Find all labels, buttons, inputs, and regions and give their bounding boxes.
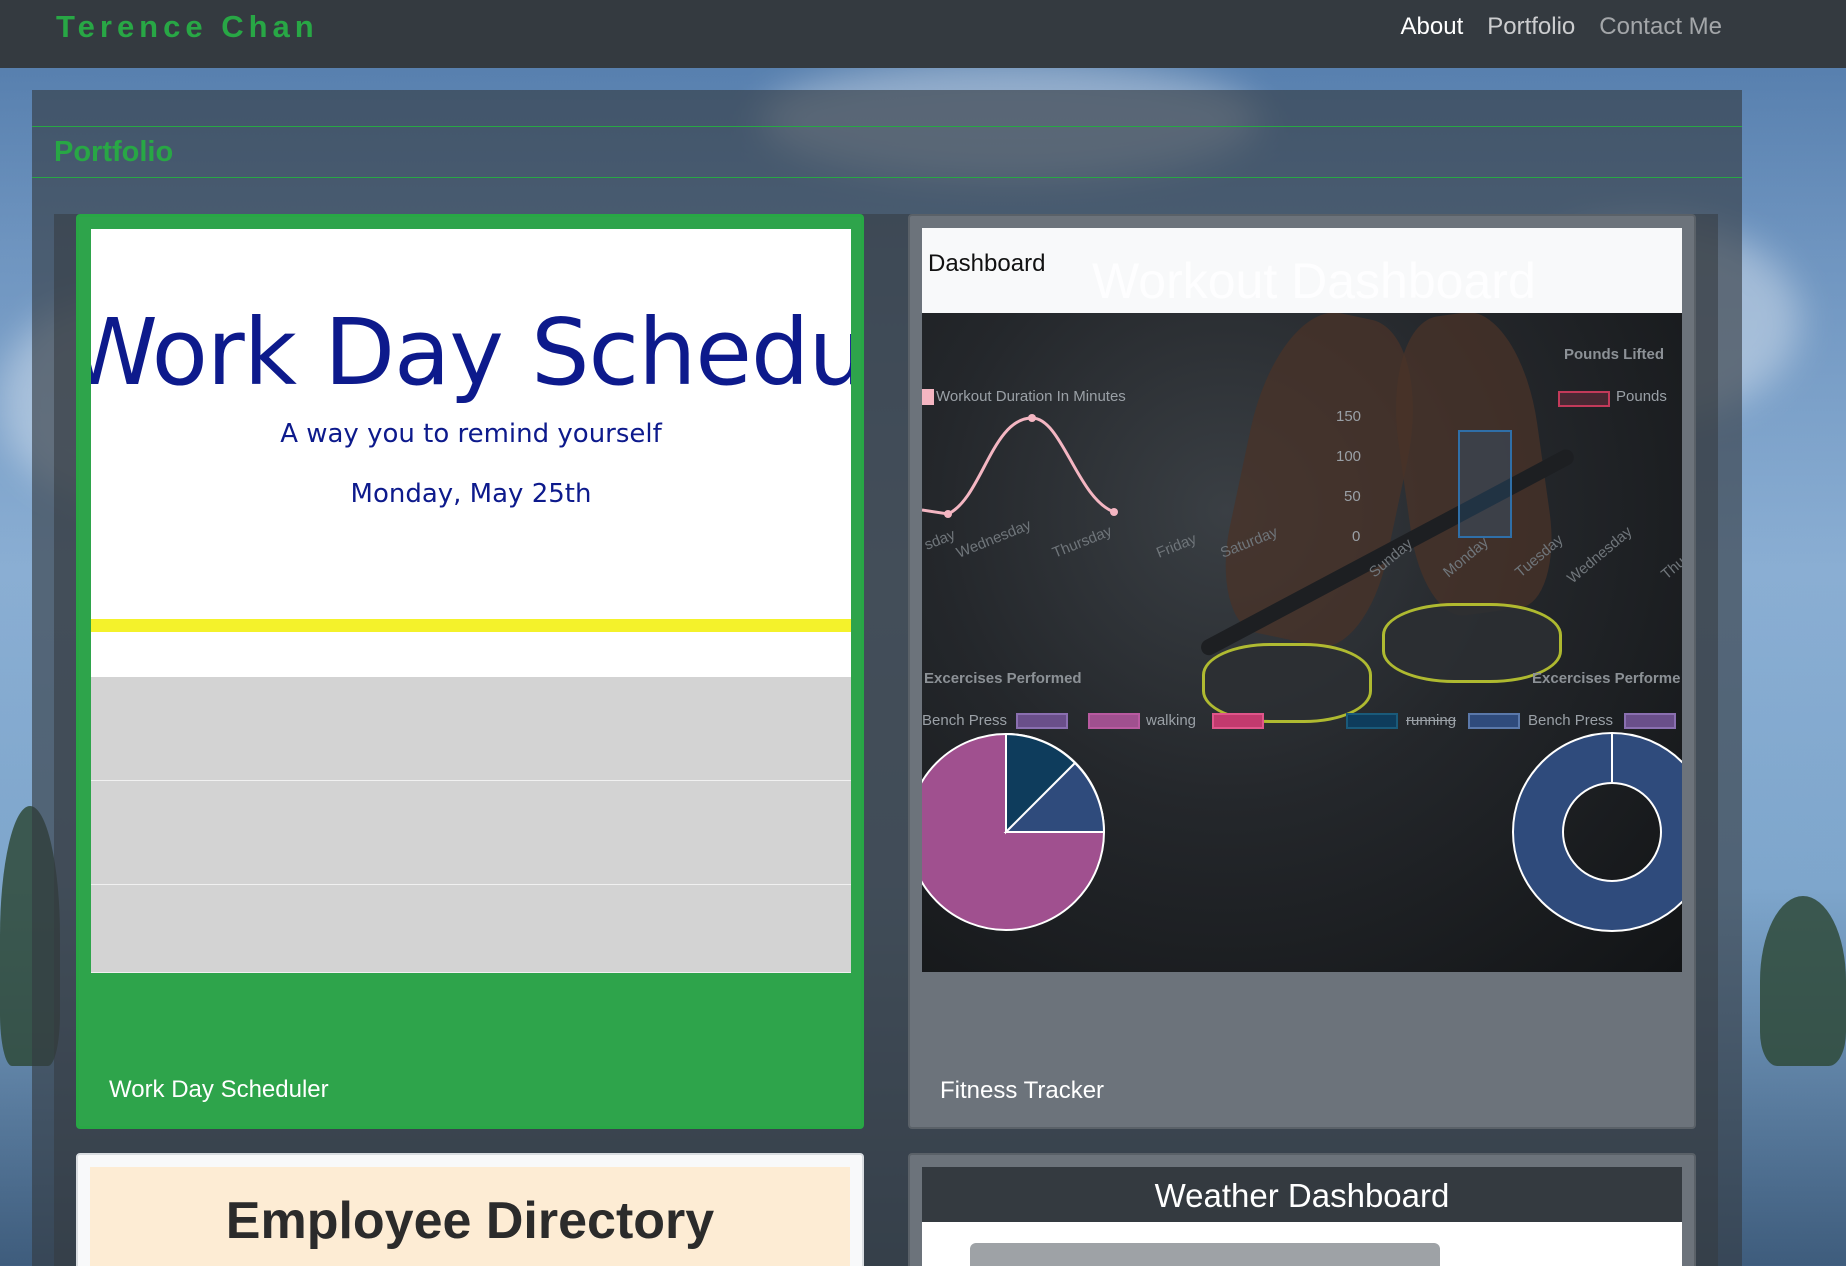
donut-chart bbox=[1512, 732, 1682, 932]
work-day-preview[interactable]: Work Day Schedule A way you to remind yo… bbox=[91, 229, 851, 973]
nav-link-about[interactable]: About bbox=[1401, 13, 1464, 41]
section-title: Portfolio bbox=[54, 135, 174, 168]
time-block bbox=[91, 885, 851, 973]
preview-header-title: Workout Dashboard bbox=[1092, 253, 1536, 309]
legend-swatch bbox=[1016, 713, 1068, 729]
project-title: Fitness Tracker bbox=[940, 1077, 1105, 1104]
nav-link-contact[interactable]: Contact Me bbox=[1599, 13, 1722, 41]
legend-swatch bbox=[1624, 713, 1676, 729]
line-chart bbox=[922, 414, 1118, 518]
preview-header-label: Dashboard bbox=[928, 250, 1046, 277]
nav-link-portfolio[interactable]: Portfolio bbox=[1487, 13, 1575, 41]
pie-legend-label: Bench Press bbox=[922, 712, 1008, 729]
project-card-weather-dashboard[interactable]: Weather Dashboard bbox=[908, 1153, 1696, 1266]
donut-legend-label: running bbox=[1406, 712, 1457, 729]
bar-y-tick: 0 bbox=[1352, 528, 1361, 545]
preview-title: Employee Directory bbox=[225, 1192, 715, 1250]
background-tree bbox=[1760, 896, 1846, 1066]
time-block bbox=[91, 677, 851, 781]
bar-y-tick: 100 bbox=[1336, 448, 1362, 465]
bar-y-tick: 50 bbox=[1344, 488, 1361, 505]
preview-title: Work Day Schedule bbox=[91, 299, 851, 406]
bar-chart-title: Pounds Lifted bbox=[1564, 346, 1664, 363]
highlight-bar bbox=[91, 619, 851, 632]
employee-directory-preview[interactable]: Employee Directory bbox=[90, 1167, 850, 1266]
preview-subtitle: A way you to remind yourself bbox=[280, 419, 662, 449]
brand-logo[interactable]: Terence Chan bbox=[56, 9, 319, 45]
pie-chart-title: Excercises Performed bbox=[924, 670, 1082, 687]
line-point bbox=[1028, 414, 1036, 422]
nav-links: About Portfolio Contact Me bbox=[1401, 13, 1722, 41]
donut-legend-label: Bench Press bbox=[1528, 712, 1614, 729]
project-title: Work Day Scheduler bbox=[109, 1076, 329, 1103]
line-point bbox=[944, 510, 952, 518]
donut-chart-title: Excercises Performe bbox=[1532, 670, 1681, 687]
search-bar-preview bbox=[970, 1243, 1440, 1266]
project-card-employee-directory[interactable]: Employee Directory bbox=[76, 1153, 864, 1266]
legend-swatch bbox=[1346, 713, 1398, 729]
time-block bbox=[91, 781, 851, 885]
line-series bbox=[922, 416, 1115, 516]
project-card-fitness-tracker[interactable]: Dashboard Workout Dashboard Workout Dura… bbox=[908, 214, 1696, 1129]
photo-leg bbox=[1209, 299, 1435, 657]
legend-swatch bbox=[1558, 391, 1610, 407]
section-header: Portfolio bbox=[32, 126, 1742, 178]
project-card-work-day-scheduler[interactable]: Work Day Schedule A way you to remind yo… bbox=[76, 214, 864, 1129]
line-point bbox=[1110, 508, 1118, 516]
preview-header: Weather Dashboard bbox=[922, 1167, 1682, 1222]
legend-swatch bbox=[1468, 713, 1520, 729]
bar-y-tick: 150 bbox=[1336, 408, 1362, 425]
photo-shoe bbox=[1202, 643, 1372, 723]
preview-date: Monday, May 25th bbox=[350, 479, 592, 509]
pie-chart bbox=[922, 732, 1106, 931]
weather-dashboard-preview[interactable]: Weather Dashboard bbox=[922, 1167, 1682, 1266]
legend-swatch bbox=[1212, 713, 1264, 729]
pie-legend-label: walking bbox=[1146, 712, 1197, 729]
navbar: Terence Chan About Portfolio Contact Me bbox=[0, 0, 1846, 68]
bar-legend: Pounds bbox=[1616, 388, 1667, 405]
preview-header: Dashboard Workout Dashboard bbox=[922, 228, 1682, 313]
preview-title: Weather Dashboard bbox=[1154, 1177, 1450, 1214]
bar-mark bbox=[1458, 430, 1512, 538]
legend-swatch bbox=[1088, 713, 1140, 729]
fitness-preview[interactable]: Dashboard Workout Dashboard Workout Dura… bbox=[922, 228, 1682, 972]
